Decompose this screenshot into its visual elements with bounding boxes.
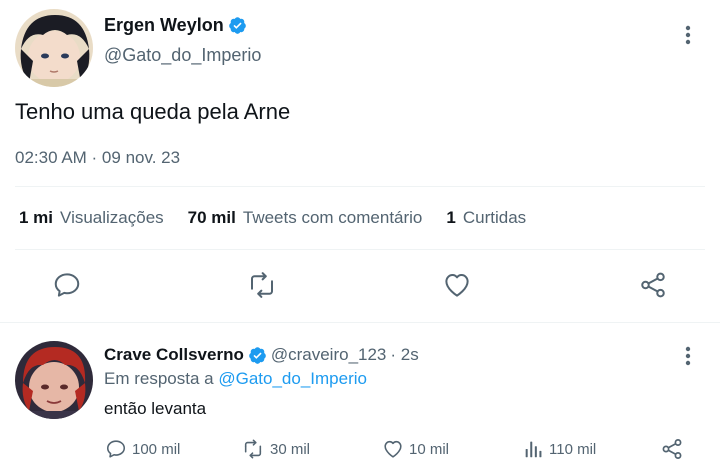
reply-share-button[interactable] bbox=[660, 437, 684, 461]
verified-badge-icon bbox=[249, 346, 266, 364]
tweet-text: Tenho uma queda pela Arne bbox=[15, 99, 291, 124]
share-icon bbox=[641, 272, 665, 298]
stat-value: 70 mil bbox=[187, 208, 236, 227]
retweet-button[interactable] bbox=[244, 268, 280, 302]
author-handle[interactable]: @Gato_do_Imperio bbox=[104, 45, 261, 66]
retweet-count: 30 mil bbox=[270, 440, 311, 458]
tweet-timestamp[interactable]: 02:30 AM · 09 nov. 23 bbox=[15, 148, 180, 168]
mention-link[interactable]: @Gato_do_Imperio bbox=[218, 369, 367, 388]
like-count: 10 mil bbox=[409, 440, 450, 458]
tweet-stats: 1 mi Visualizações 70 mil Tweets com com… bbox=[19, 208, 550, 228]
retweet-icon bbox=[244, 439, 262, 459]
reply-retweet-button[interactable]: 30 mil bbox=[241, 437, 310, 461]
stat-quote-tweets[interactable]: 70 mil Tweets com comentário bbox=[188, 208, 423, 228]
more-options-icon[interactable] bbox=[678, 23, 698, 47]
in-reply-to: Em resposta a @Gato_do_Imperio bbox=[104, 369, 367, 389]
stat-label: Curtidas bbox=[462, 208, 527, 227]
stat-value: 1 bbox=[446, 208, 456, 227]
divider bbox=[15, 186, 705, 187]
stat-value: 1 mi bbox=[19, 208, 54, 227]
reply-views-button[interactable]: 110 mil bbox=[522, 437, 596, 461]
author-avatar[interactable] bbox=[15, 9, 93, 87]
views-count: 110 mil bbox=[549, 440, 597, 458]
reply-author-handle[interactable]: @craveiro_123 bbox=[271, 345, 387, 365]
reply-author-name[interactable]: Crave Collsverno bbox=[104, 345, 244, 365]
like-button[interactable] bbox=[440, 268, 474, 302]
divider bbox=[15, 249, 705, 250]
reply-reply-button[interactable]: 100 mil bbox=[105, 437, 180, 461]
more-options-icon[interactable] bbox=[678, 344, 698, 368]
verified-badge-icon bbox=[228, 17, 246, 34]
author-name[interactable]: Ergen Weylon bbox=[104, 15, 247, 36]
bar-chart-icon bbox=[525, 441, 542, 458]
reply-author-avatar[interactable] bbox=[15, 341, 93, 419]
main-tweet: Ergen Weylon @Gato_do_Imperio Tenho uma … bbox=[0, 0, 720, 322]
heart-icon bbox=[384, 440, 402, 458]
stat-views[interactable]: 1 mi Visualizações bbox=[19, 208, 164, 228]
reply-icon bbox=[106, 440, 126, 458]
reply-header: Crave Collsverno @craveiro_123 · 2s bbox=[104, 345, 419, 365]
reply-icon bbox=[54, 273, 80, 297]
author-name-text[interactable]: Ergen Weylon bbox=[104, 15, 224, 36]
reply-text: então levanta bbox=[104, 399, 207, 418]
stat-label: Visualizações bbox=[60, 208, 164, 227]
share-button[interactable] bbox=[636, 268, 670, 302]
stat-label: Tweets com comentário bbox=[242, 208, 423, 227]
reply-time[interactable]: · 2s bbox=[390, 345, 418, 365]
heart-icon bbox=[445, 274, 469, 297]
share-icon bbox=[662, 439, 682, 459]
in-reply-prefix: Em resposta a bbox=[104, 369, 214, 388]
retweet-icon bbox=[251, 272, 273, 298]
reply-count: 100 mil bbox=[132, 440, 181, 458]
reply-button[interactable] bbox=[50, 268, 84, 302]
stat-likes[interactable]: 1 Curtidas bbox=[446, 208, 526, 228]
divider bbox=[0, 322, 720, 323]
reply-like-button[interactable]: 10 mil bbox=[382, 437, 449, 461]
